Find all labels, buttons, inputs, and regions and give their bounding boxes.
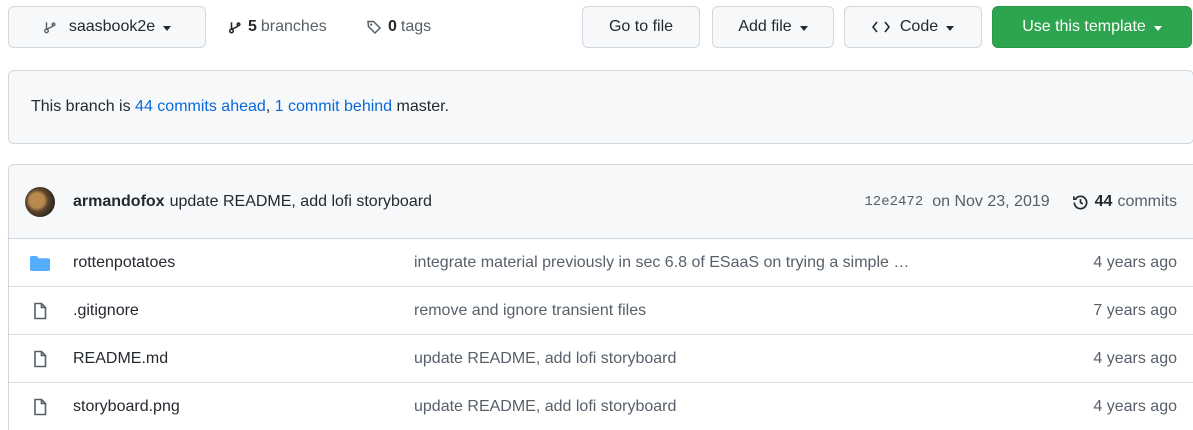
branch-comparison-banner: This branch is 44 commits ahead, 1 commi…: [8, 70, 1193, 144]
code-icon: [871, 21, 890, 33]
flash-sep: ,: [265, 98, 271, 115]
file-age: 4 years ago: [1093, 398, 1177, 415]
chevron-down-icon: [1153, 25, 1162, 31]
commit-date: on Nov 23, 2019: [932, 193, 1050, 210]
commits-label: commits: [1117, 193, 1177, 210]
file-age: 4 years ago: [1093, 254, 1177, 271]
tags-label: tags: [400, 18, 432, 35]
branch-select-button[interactable]: saasbook2e: [8, 6, 206, 48]
flash-suffix: master.: [396, 98, 449, 115]
latest-commit-summary: armandofox update README, add lofi story…: [73, 165, 432, 239]
avatar[interactable]: [25, 187, 55, 217]
flash-prefix: This branch is: [31, 98, 131, 115]
file-commit-message-link[interactable]: update README, add lofi storyboard: [414, 335, 676, 383]
tag-icon: [367, 20, 382, 35]
file-row[interactable]: rottenpotatoes integrate material previo…: [9, 239, 1193, 287]
latest-commit-bar: armandofox update README, add lofi story…: [9, 165, 1193, 239]
git-branch-icon: [43, 22, 56, 34]
file-row[interactable]: .gitignore remove and ignore transient f…: [9, 287, 1193, 335]
commit-sha-link[interactable]: 12e2472: [864, 194, 923, 210]
add-file-label: Add file: [738, 18, 792, 35]
history-icon: [1072, 195, 1088, 210]
go-to-file-button[interactable]: Go to file: [582, 6, 700, 48]
file-name-link[interactable]: README.md: [73, 335, 168, 383]
commits-count: 44: [1094, 193, 1113, 210]
file-icon: [34, 398, 47, 416]
use-this-template-button[interactable]: Use this template: [992, 6, 1192, 48]
file-commit-message-link[interactable]: integrate material previously in sec 6.8…: [414, 239, 909, 287]
commit-message-link[interactable]: update README, add lofi storyboard: [170, 193, 432, 211]
commit-author-link[interactable]: armandofox: [73, 193, 165, 211]
tags-count: 0: [388, 18, 397, 35]
branches-label: branches: [260, 18, 327, 35]
branch-name: saasbook2e: [68, 18, 156, 35]
code-label: Code: [899, 18, 939, 35]
branches-link[interactable]: 5 branches: [228, 0, 327, 54]
chevron-down-icon: [946, 25, 955, 31]
branches-count: 5: [248, 18, 257, 35]
add-file-button[interactable]: Add file: [712, 6, 834, 48]
commits-history-link[interactable]: 44 commits: [1072, 193, 1177, 211]
commits-ahead-link[interactable]: 44 commits ahead: [135, 98, 266, 116]
code-button[interactable]: Code: [844, 6, 982, 48]
file-row[interactable]: README.md update README, add lofi storyb…: [9, 335, 1193, 383]
file-age: 7 years ago: [1093, 302, 1177, 319]
git-branch-icon: [229, 22, 241, 34]
file-name-link[interactable]: .gitignore: [73, 287, 139, 335]
chevron-down-icon: [799, 25, 808, 31]
folder-icon: [30, 256, 50, 271]
file-name-link[interactable]: storyboard.png: [73, 383, 180, 430]
file-icon: [34, 350, 47, 368]
file-icon: [34, 302, 47, 320]
use-this-template-label: Use this template: [1022, 18, 1146, 35]
file-name-link[interactable]: rottenpotatoes: [73, 239, 175, 287]
file-listing: armandofox update README, add lofi story…: [8, 164, 1193, 430]
file-commit-message-link[interactable]: update README, add lofi storyboard: [414, 383, 676, 430]
commit-meta: 12e2472 on Nov 23, 2019 44 commits: [864, 165, 1177, 239]
file-row[interactable]: storyboard.png update README, add lofi s…: [9, 383, 1193, 430]
chevron-down-icon: [163, 25, 172, 31]
commits-behind-link[interactable]: 1 commit behind: [275, 98, 392, 116]
go-to-file-label: Go to file: [608, 18, 674, 35]
tags-link[interactable]: 0 tags: [366, 0, 431, 54]
file-age: 4 years ago: [1093, 350, 1177, 367]
file-commit-message-link[interactable]: remove and ignore transient files: [414, 287, 646, 335]
